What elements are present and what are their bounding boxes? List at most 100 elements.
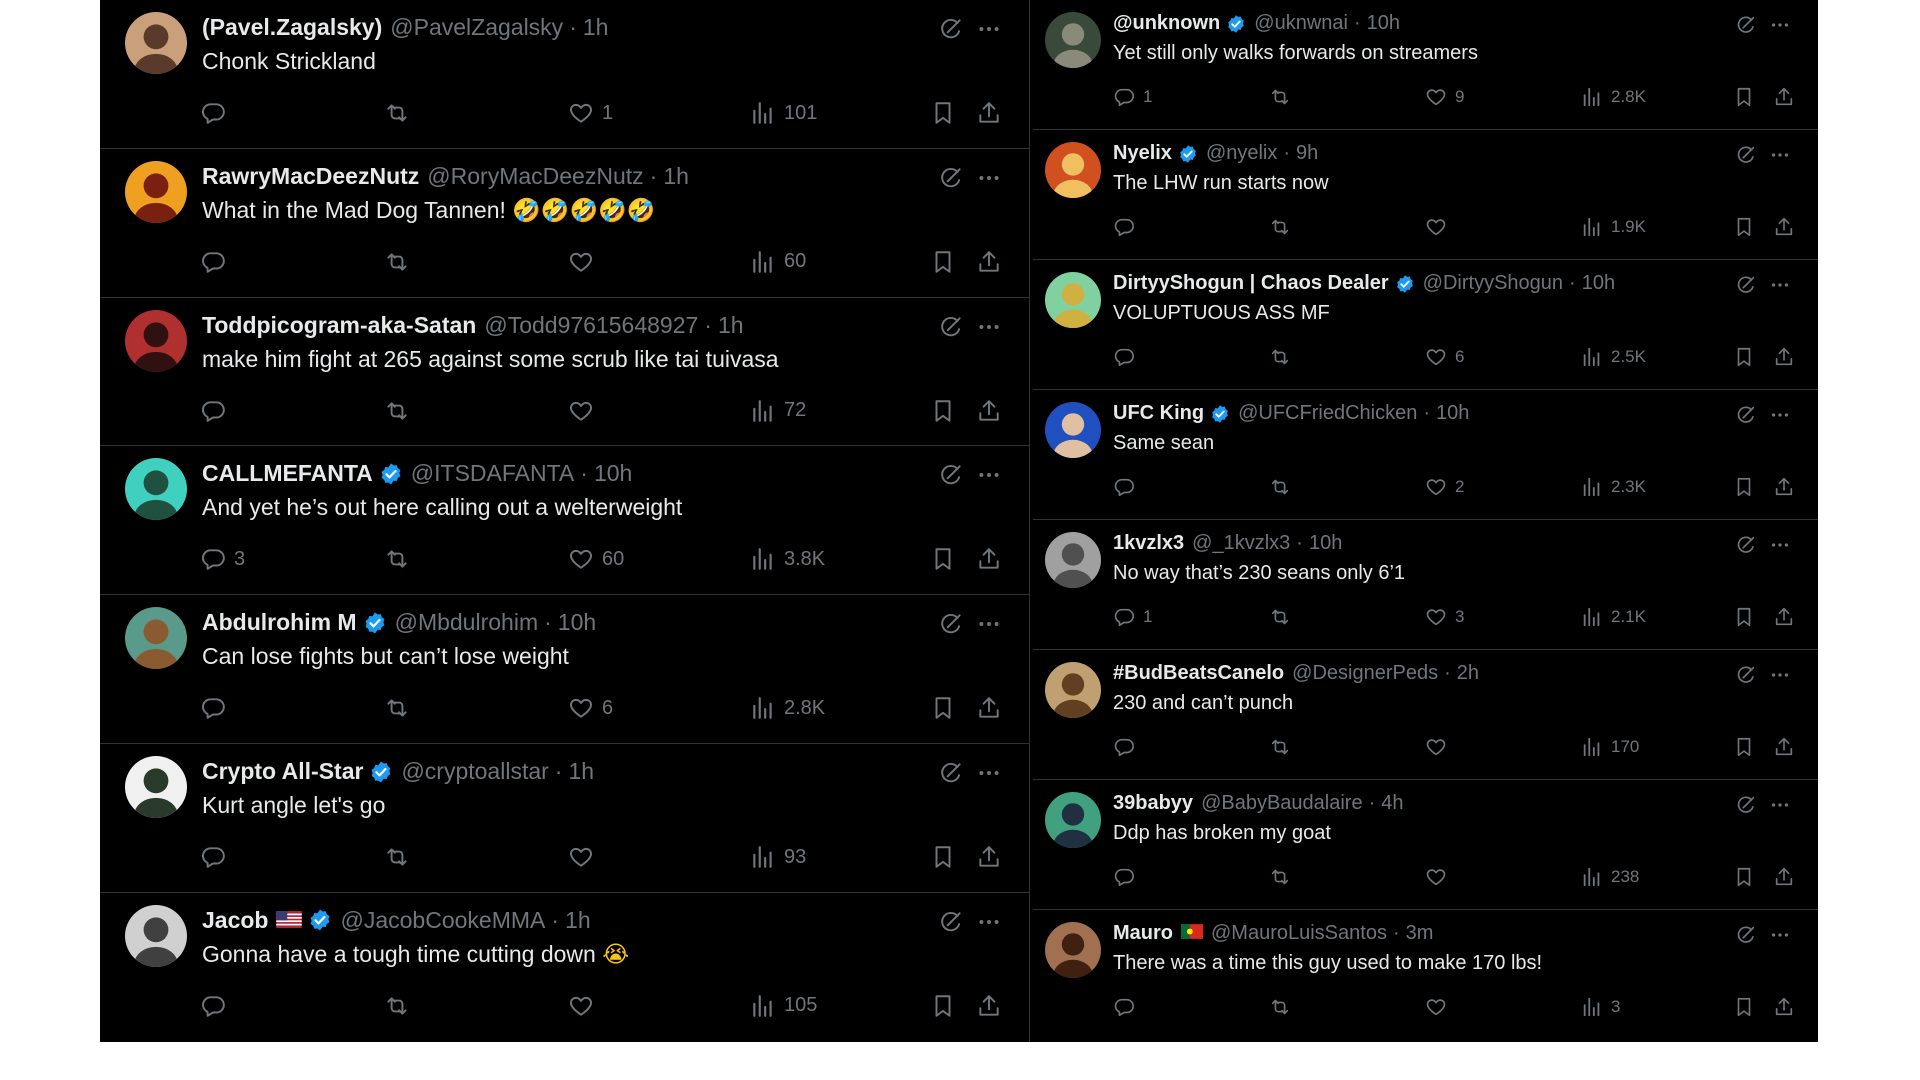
avatar[interactable] bbox=[1045, 12, 1101, 68]
tweet[interactable]: @unknown @uknwnai · 10h Yet still only walks… bbox=[1033, 0, 1818, 130]
timestamp[interactable]: 10h bbox=[594, 460, 632, 487]
like-button[interactable]: 3 bbox=[1425, 606, 1464, 628]
reply-button[interactable] bbox=[200, 993, 234, 1019]
views-button[interactable]: 101 bbox=[750, 100, 817, 126]
views-button[interactable]: 93 bbox=[750, 844, 806, 870]
views-button[interactable]: 2.8K bbox=[750, 695, 825, 721]
more-icon[interactable] bbox=[976, 909, 1002, 935]
tweet[interactable]: (Pavel.Zagalsky) @PavelZagalsky · 1h Chonk S… bbox=[100, 0, 1029, 149]
bookmark-button[interactable] bbox=[930, 844, 956, 870]
like-button[interactable]: 6 bbox=[1425, 346, 1464, 368]
share-button[interactable] bbox=[1773, 736, 1795, 758]
more-icon[interactable] bbox=[976, 314, 1002, 340]
like-button[interactable] bbox=[1425, 216, 1455, 238]
grok-icon[interactable] bbox=[938, 16, 964, 42]
views-button[interactable]: 2.1K bbox=[1581, 606, 1646, 628]
more-icon[interactable] bbox=[976, 611, 1002, 637]
repost-button[interactable] bbox=[1269, 866, 1299, 888]
share-button[interactable] bbox=[976, 695, 1002, 721]
share-button[interactable] bbox=[1773, 216, 1795, 238]
grok-icon[interactable] bbox=[1735, 14, 1757, 36]
like-button[interactable] bbox=[568, 398, 602, 424]
like-button[interactable]: 1 bbox=[568, 100, 613, 126]
share-button[interactable] bbox=[1773, 866, 1795, 888]
user-handle[interactable]: @uknwnai bbox=[1254, 12, 1348, 35]
grok-icon[interactable] bbox=[938, 760, 964, 786]
share-button[interactable] bbox=[976, 398, 1002, 424]
grok-icon[interactable] bbox=[938, 314, 964, 340]
views-button[interactable]: 1.9K bbox=[1581, 216, 1646, 238]
avatar[interactable] bbox=[125, 607, 187, 670]
share-button[interactable] bbox=[976, 249, 1002, 275]
avatar[interactable] bbox=[1045, 792, 1101, 848]
avatar[interactable] bbox=[125, 458, 187, 521]
timestamp[interactable]: 3m bbox=[1406, 922, 1434, 945]
user-handle[interactable]: @DirtyyShogun bbox=[1423, 272, 1563, 295]
tweet[interactable]: 39babyy @BabyBaudalaire · 4h Ddp has broken … bbox=[1033, 780, 1818, 910]
tweet[interactable]: RawryMacDeezNutz @RoryMacDeezNutz · 1h What … bbox=[100, 149, 1029, 298]
reply-button[interactable] bbox=[1113, 736, 1143, 758]
reply-button[interactable] bbox=[1113, 346, 1143, 368]
repost-button[interactable] bbox=[1269, 476, 1299, 498]
display-name[interactable]: Nyelix bbox=[1113, 142, 1172, 165]
timestamp[interactable]: 4h bbox=[1381, 792, 1403, 815]
views-button[interactable]: 2.5K bbox=[1581, 346, 1646, 368]
timestamp[interactable]: 1h bbox=[583, 14, 609, 41]
share-button[interactable] bbox=[1773, 606, 1795, 628]
timestamp[interactable]: 1h bbox=[565, 907, 591, 934]
display-name[interactable]: 1kvzlx3 bbox=[1113, 532, 1184, 555]
views-button[interactable]: 3 bbox=[1581, 996, 1620, 1018]
avatar[interactable] bbox=[125, 12, 187, 74]
repost-button[interactable] bbox=[384, 546, 418, 572]
display-name[interactable]: Toddpicogram-aka-Satan bbox=[202, 312, 476, 339]
tweet[interactable]: Jacob @JacobCookeMMA · 1h Gonna have a tough… bbox=[100, 893, 1029, 1042]
like-button[interactable]: 2 bbox=[1425, 476, 1464, 498]
repost-button[interactable] bbox=[384, 695, 418, 721]
more-icon[interactable] bbox=[1769, 664, 1791, 686]
repost-button[interactable] bbox=[384, 100, 418, 126]
avatar[interactable] bbox=[1045, 142, 1101, 198]
tweet[interactable]: Crypto All-Star @cryptoallstar · 1h Kurt ang… bbox=[100, 744, 1029, 893]
views-button[interactable]: 170 bbox=[1581, 736, 1639, 758]
avatar[interactable] bbox=[1045, 662, 1101, 718]
grok-icon[interactable] bbox=[1735, 274, 1757, 296]
reply-button[interactable] bbox=[1113, 996, 1143, 1018]
display-name[interactable]: #BudBeatsCanelo bbox=[1113, 662, 1284, 685]
grok-icon[interactable] bbox=[1735, 664, 1757, 686]
more-icon[interactable] bbox=[976, 760, 1002, 786]
reply-button[interactable] bbox=[1113, 866, 1143, 888]
avatar[interactable] bbox=[1045, 532, 1101, 588]
display-name[interactable]: RawryMacDeezNutz bbox=[202, 163, 419, 190]
tweet[interactable]: Toddpicogram-aka-Satan @Todd97615648927 · 1… bbox=[100, 298, 1029, 447]
grok-icon[interactable] bbox=[1735, 144, 1757, 166]
repost-button[interactable] bbox=[384, 844, 418, 870]
user-handle[interactable]: @ITSDAFANTA bbox=[411, 460, 575, 487]
timestamp[interactable]: 1h bbox=[663, 163, 689, 190]
avatar[interactable] bbox=[125, 756, 187, 818]
repost-button[interactable] bbox=[1269, 86, 1299, 108]
bookmark-button[interactable] bbox=[930, 249, 956, 275]
user-handle[interactable]: @JacobCookeMMA bbox=[340, 907, 545, 934]
views-button[interactable]: 3.8K bbox=[750, 546, 825, 572]
bookmark-button[interactable] bbox=[930, 398, 956, 424]
share-button[interactable] bbox=[1773, 346, 1795, 368]
user-handle[interactable]: @PavelZagalsky bbox=[390, 14, 563, 41]
like-button[interactable]: 9 bbox=[1425, 86, 1464, 108]
bookmark-button[interactable] bbox=[930, 993, 956, 1019]
display-name[interactable]: @unknown bbox=[1113, 12, 1220, 35]
bookmark-button[interactable] bbox=[1733, 86, 1755, 108]
like-button[interactable] bbox=[1425, 736, 1455, 758]
user-handle[interactable]: @Mbdulrohim bbox=[395, 609, 539, 636]
timestamp[interactable]: 10h bbox=[1309, 532, 1342, 555]
grok-icon[interactable] bbox=[1735, 404, 1757, 426]
reply-button[interactable] bbox=[200, 695, 234, 721]
tweet[interactable]: Abdulrohim M @Mbdulrohim · 10h Can lose figh… bbox=[100, 595, 1029, 744]
grok-icon[interactable] bbox=[938, 165, 964, 191]
reply-button[interactable] bbox=[1113, 216, 1143, 238]
more-icon[interactable] bbox=[976, 16, 1002, 42]
grok-icon[interactable] bbox=[1735, 924, 1757, 946]
timestamp[interactable]: 2h bbox=[1457, 662, 1479, 685]
display-name[interactable]: UFC King bbox=[1113, 402, 1204, 425]
like-button[interactable] bbox=[568, 249, 602, 275]
user-handle[interactable]: @DesignerPeds bbox=[1292, 662, 1438, 685]
